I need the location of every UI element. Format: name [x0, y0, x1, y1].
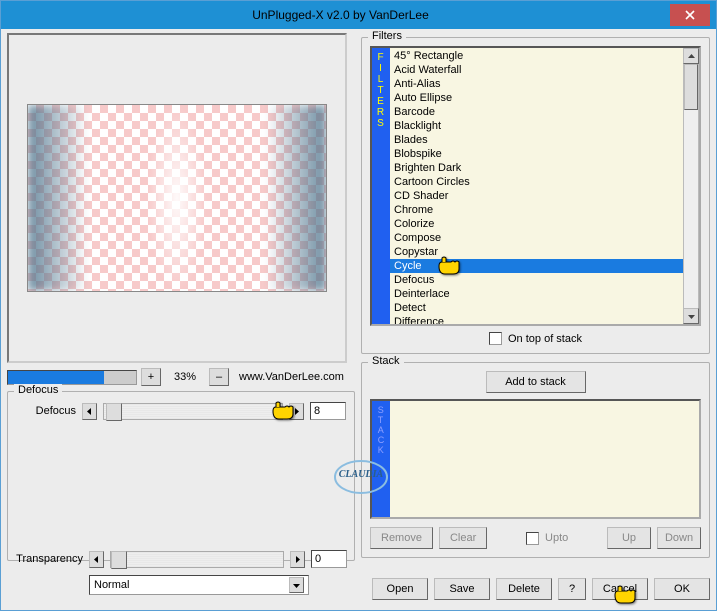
filter-list-item[interactable]: Difference: [390, 315, 683, 324]
filter-list-item[interactable]: Acid Waterfall: [390, 63, 683, 77]
svg-text:CLAUDIA: CLAUDIA: [339, 469, 384, 480]
filters-legend: Filters: [368, 30, 406, 42]
pointer-hand-icon: [437, 256, 463, 276]
preview-frame: [7, 33, 347, 363]
filter-list-item[interactable]: Brighten Dark: [390, 161, 683, 175]
up-button[interactable]: Up: [607, 527, 651, 549]
filter-list-item[interactable]: Detect: [390, 301, 683, 315]
filter-list-item[interactable]: Copystar: [390, 245, 683, 259]
on-top-checkbox[interactable]: [489, 332, 502, 345]
add-to-stack-button[interactable]: Add to stack: [486, 371, 586, 393]
defocus-slider[interactable]: [103, 403, 283, 420]
watermark-logo: CLAUDIA: [333, 457, 389, 497]
transparency-value[interactable]: [311, 550, 347, 568]
zoom-bar[interactable]: [7, 370, 137, 385]
filter-list-item[interactable]: Auto Ellipse: [390, 91, 683, 105]
blend-mode-combo[interactable]: Normal: [89, 575, 309, 595]
upto-checkbox[interactable]: [526, 532, 539, 545]
window-title: UnPlugged-X v2.0 by VanDerLee: [11, 8, 670, 22]
param-fieldset: Defocus Defocus: [7, 391, 355, 561]
filter-list-item[interactable]: Colorize: [390, 217, 683, 231]
zoom-percent: 33%: [165, 371, 205, 383]
scrollbar-thumb[interactable]: [684, 64, 698, 110]
close-button[interactable]: [670, 4, 710, 26]
clear-button[interactable]: Clear: [439, 527, 487, 549]
delete-button[interactable]: Delete: [496, 578, 552, 600]
right-panel: Filters FILTERS 45° RectangleAcid Waterf…: [361, 33, 710, 606]
zoom-out-button[interactable]: –: [209, 368, 229, 386]
filters-scrollbar[interactable]: [683, 48, 699, 324]
defocus-slider-thumb[interactable]: [106, 403, 122, 421]
defocus-label: Defocus: [16, 405, 76, 417]
zoom-in-button[interactable]: +: [141, 368, 161, 386]
scroll-down-button[interactable]: [683, 308, 699, 324]
defocus-value[interactable]: [310, 402, 346, 420]
defocus-left-arrow[interactable]: [82, 403, 97, 420]
upto-label: Upto: [545, 532, 568, 544]
open-button[interactable]: Open: [372, 578, 428, 600]
filter-list-item[interactable]: Cartoon Circles: [390, 175, 683, 189]
website-link[interactable]: www.VanDerLee.com: [239, 371, 344, 383]
dialog-buttons: Open Save Delete ? Cancel OK: [372, 578, 710, 600]
filters-list[interactable]: FILTERS 45° RectangleAcid WaterfallAnti-…: [370, 46, 701, 326]
transparency-slider[interactable]: [110, 551, 284, 568]
help-button[interactable]: ?: [558, 578, 586, 600]
transparency-left-arrow[interactable]: [89, 551, 104, 568]
param-legend: Defocus: [14, 384, 62, 396]
save-button[interactable]: Save: [434, 578, 490, 600]
scroll-up-button[interactable]: [683, 48, 699, 64]
titlebar: UnPlugged-X v2.0 by VanDerLee: [1, 1, 716, 29]
filter-list-item[interactable]: Blades: [390, 133, 683, 147]
stack-legend: Stack: [368, 355, 404, 367]
filter-list-item[interactable]: 45° Rectangle: [390, 49, 683, 63]
blend-mode-value: Normal: [94, 579, 129, 591]
chevron-down-icon: [289, 577, 304, 593]
filter-list-item[interactable]: Cycle: [390, 259, 683, 273]
filter-list-item[interactable]: Blacklight: [390, 119, 683, 133]
pointer-hand-icon: [613, 585, 639, 605]
left-panel: + 33% – www.VanDerLee.com Defocus Defocu…: [7, 33, 355, 606]
pointer-hand-icon: [271, 401, 297, 421]
down-button[interactable]: Down: [657, 527, 701, 549]
filter-list-item[interactable]: Compose: [390, 231, 683, 245]
filter-list-item[interactable]: Chrome: [390, 203, 683, 217]
on-top-label: On top of stack: [508, 333, 582, 345]
remove-button[interactable]: Remove: [370, 527, 433, 549]
filter-list-item[interactable]: CD Shader: [390, 189, 683, 203]
stack-fieldset: Stack Add to stack STACK Remove Clear Up…: [361, 362, 710, 558]
filter-list-item[interactable]: Deinterlace: [390, 287, 683, 301]
ok-button[interactable]: OK: [654, 578, 710, 600]
filters-fieldset: Filters FILTERS 45° RectangleAcid Waterf…: [361, 37, 710, 354]
filter-list-item[interactable]: Barcode: [390, 105, 683, 119]
transparency-right-arrow[interactable]: [290, 551, 305, 568]
stack-list[interactable]: STACK: [370, 399, 701, 519]
transparency-label: Transparency: [7, 553, 83, 565]
filter-list-item[interactable]: Anti-Alias: [390, 77, 683, 91]
filter-list-item[interactable]: Blobspike: [390, 147, 683, 161]
transparency-slider-thumb[interactable]: [111, 551, 127, 569]
filter-list-item[interactable]: Defocus: [390, 273, 683, 287]
preview-image[interactable]: [27, 104, 327, 292]
filters-vertical-label: FILTERS: [372, 48, 390, 324]
